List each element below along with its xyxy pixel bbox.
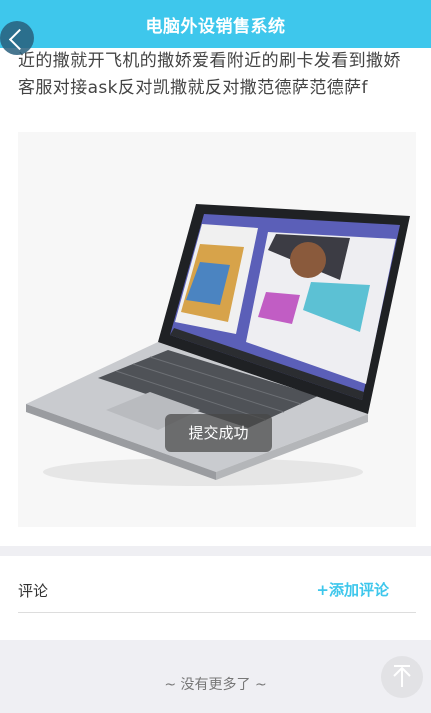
back-button[interactable]: [0, 21, 34, 55]
arrow-up-icon: [393, 665, 411, 687]
article-content: 近的撒就开飞机的撒娇爱看附近的刷卡发看到撒娇客服对接ask反对凯撒就反对撒范德萨…: [0, 48, 431, 546]
add-comment-button[interactable]: +添加评论: [316, 579, 389, 600]
comment-label: 评论: [18, 582, 49, 600]
page-title: 电脑外设销售系统: [145, 17, 286, 37]
product-image: [18, 132, 416, 527]
no-more-label: ~ 没有更多了 ~: [164, 677, 267, 693]
toast-message: 提交成功: [165, 414, 272, 452]
chevron-left-icon: [8, 28, 31, 51]
comment-section: 评论 +添加评论: [0, 556, 431, 640]
app-header: 电脑外设销售系统: [0, 0, 431, 48]
article-text: 近的撒就开飞机的撒娇爱看附近的刷卡发看到撒娇客服对接ask反对凯撒就反对撒范德萨…: [18, 51, 401, 98]
comment-divider: [18, 612, 416, 613]
laptop-image: [18, 132, 416, 527]
scroll-top-button[interactable]: [381, 656, 423, 698]
